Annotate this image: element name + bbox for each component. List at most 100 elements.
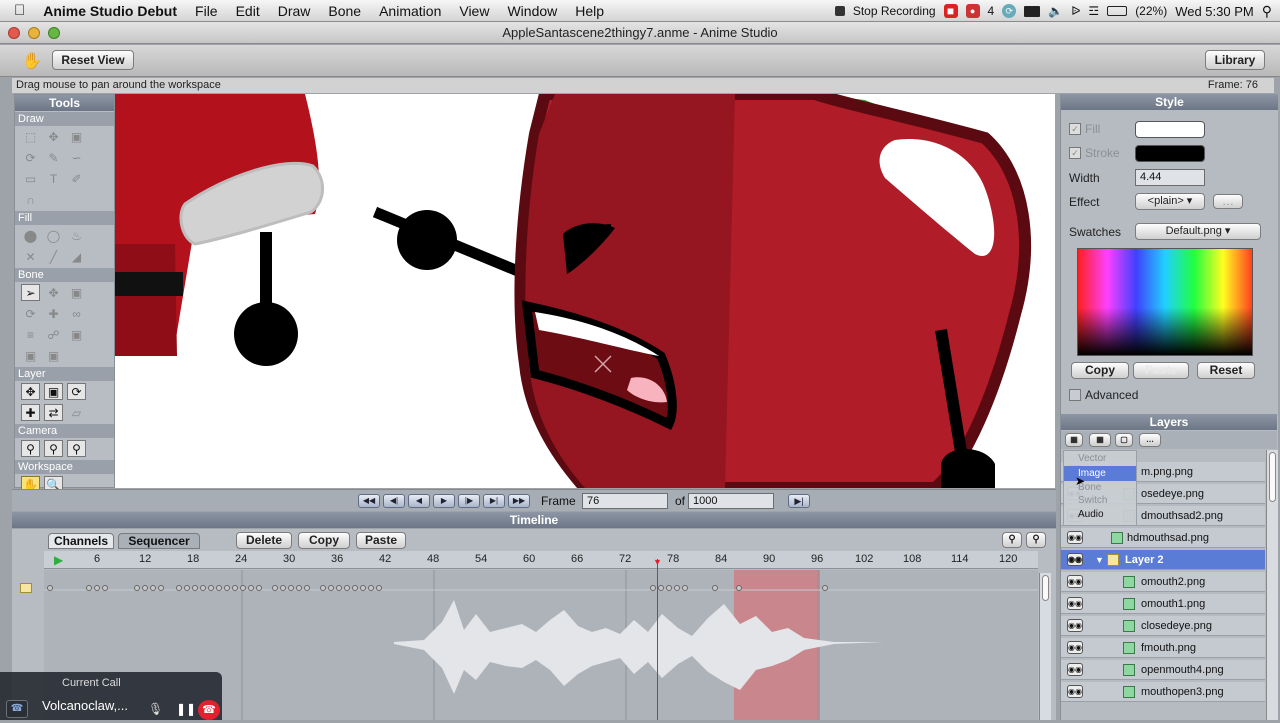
keyframe[interactable] bbox=[224, 585, 230, 591]
reparent-bone-tool-icon[interactable]: ∞ bbox=[67, 305, 86, 322]
playhead-marker-icon[interactable]: ▼ bbox=[653, 557, 662, 567]
menu-app-name[interactable]: Anime Studio Debut bbox=[34, 3, 186, 19]
offset-bone-tool-icon[interactable]: ▣ bbox=[44, 347, 63, 364]
bind-points-tool-icon[interactable]: ▣ bbox=[21, 347, 40, 364]
add-bone-tool-icon[interactable]: ✚ bbox=[44, 305, 63, 322]
timeline-start-marker-icon[interactable]: ▶ bbox=[54, 553, 63, 567]
layer-visibility-eye-icon[interactable]: ◉◉ bbox=[1067, 685, 1083, 698]
keyframe[interactable] bbox=[47, 585, 53, 591]
menu-bone[interactable]: Bone bbox=[319, 3, 370, 19]
layer-visibility-eye-icon[interactable]: ◉◉ bbox=[1067, 641, 1083, 654]
scale-layer-tool-icon[interactable]: ⟳ bbox=[67, 383, 86, 400]
scale-bone-tool-icon[interactable]: ▣ bbox=[67, 284, 86, 301]
keyframe[interactable] bbox=[256, 585, 262, 591]
layer-row[interactable]: ◉◉ omouth2.png bbox=[1061, 572, 1265, 592]
volume-icon[interactable]: 🔈 bbox=[1048, 4, 1063, 18]
pause-call-icon[interactable]: ❚❚ bbox=[176, 702, 196, 716]
scene-artwork[interactable] bbox=[115, 94, 1055, 488]
stop-recording-icon[interactable] bbox=[834, 6, 845, 16]
menu-window[interactable]: Window bbox=[498, 3, 566, 19]
keyframe[interactable] bbox=[328, 585, 334, 591]
color-palette-swatch[interactable] bbox=[1077, 248, 1253, 356]
keyframe[interactable] bbox=[352, 585, 358, 591]
keyframe[interactable] bbox=[288, 585, 294, 591]
hand-tool-icon[interactable]: ✋ bbox=[22, 51, 42, 71]
tab-channels[interactable]: Channels bbox=[48, 533, 114, 549]
layers-scroll-thumb[interactable] bbox=[1269, 452, 1276, 502]
keyframe[interactable] bbox=[216, 585, 222, 591]
keyframe[interactable] bbox=[296, 585, 302, 591]
set-origin-tool-icon[interactable]: ✥ bbox=[21, 383, 40, 400]
select-points-tool-icon[interactable]: ⬚ bbox=[21, 128, 40, 145]
clock[interactable]: Wed 5:30 PM bbox=[1175, 4, 1254, 19]
style-paste-button[interactable]: Paste bbox=[1133, 362, 1189, 379]
layer-row[interactable]: ◉◉ hdmouthsad.png bbox=[1061, 528, 1265, 548]
keyframe[interactable] bbox=[192, 585, 198, 591]
duplicate-layer-button[interactable]: ▦ bbox=[1089, 433, 1111, 447]
select-shape-tool-icon[interactable]: ⬤ bbox=[21, 227, 40, 244]
bone-strength-tool-icon[interactable]: ≡ bbox=[21, 326, 40, 343]
end-call-button[interactable]: ☎ bbox=[198, 700, 220, 720]
keyframe[interactable] bbox=[658, 585, 664, 591]
add-point-tool-icon[interactable]: ✎ bbox=[44, 149, 63, 166]
close-window-button[interactable] bbox=[8, 27, 20, 39]
layer-visibility-eye-icon[interactable]: ◉◉ bbox=[1067, 619, 1083, 632]
step-back-button[interactable]: ◀| bbox=[383, 494, 405, 508]
line-width-tool-icon[interactable]: ╱ bbox=[44, 248, 63, 265]
width-input[interactable]: 4.44 bbox=[1135, 169, 1205, 186]
delete-shape-tool-icon[interactable]: ✕ bbox=[21, 248, 40, 265]
keyframe[interactable] bbox=[248, 585, 254, 591]
advanced-checkbox[interactable] bbox=[1069, 389, 1081, 401]
layer-visibility-eye-icon[interactable]: ◉◉ bbox=[1067, 531, 1083, 544]
group-expand-icon[interactable]: ▼ bbox=[1095, 550, 1104, 570]
stroke-color-swatch[interactable] bbox=[1135, 145, 1205, 162]
style-reset-button[interactable]: Reset bbox=[1197, 362, 1255, 379]
playhead[interactable] bbox=[657, 559, 658, 720]
rotate-layer-tool-icon[interactable]: ✚ bbox=[21, 404, 40, 421]
keyframe[interactable] bbox=[674, 585, 680, 591]
layer-visibility-eye-icon[interactable]: ◉◉ bbox=[1067, 553, 1083, 566]
display-icon[interactable] bbox=[1024, 5, 1041, 17]
sync-icon[interactable]: ⟳ bbox=[1002, 4, 1017, 18]
menu-animation[interactable]: Animation bbox=[370, 3, 450, 19]
keyframe[interactable] bbox=[368, 585, 374, 591]
menu-item-audio[interactable]: Audio bbox=[1064, 507, 1136, 522]
wifi-icon[interactable]: ☲ bbox=[1088, 4, 1099, 18]
timeline-paste-button[interactable]: Paste bbox=[356, 532, 406, 549]
bluetooth-icon[interactable]: ᐉ bbox=[1071, 4, 1080, 18]
keyframe[interactable] bbox=[86, 585, 92, 591]
rewind-button[interactable]: ◀◀ bbox=[358, 494, 380, 508]
keyframe[interactable] bbox=[650, 585, 656, 591]
curvature-tool-icon[interactable]: ∽ bbox=[67, 149, 86, 166]
keyframe[interactable] bbox=[208, 585, 214, 591]
effect-options-button[interactable]: … bbox=[1213, 194, 1243, 209]
library-button[interactable]: Library bbox=[1205, 50, 1265, 70]
rotate-points-tool-icon[interactable]: ⟳ bbox=[21, 149, 40, 166]
paint-bucket-tool-icon[interactable]: ♨ bbox=[67, 227, 86, 244]
track-folder-icon[interactable] bbox=[20, 583, 32, 593]
keyframe[interactable] bbox=[304, 585, 310, 591]
keyframe[interactable] bbox=[158, 585, 164, 591]
timeline-copy-button[interactable]: Copy bbox=[298, 532, 350, 549]
menu-draw[interactable]: Draw bbox=[269, 3, 320, 19]
magnet-tool-icon[interactable]: ∩ bbox=[21, 191, 40, 208]
layer-visibility-eye-icon[interactable]: ◉◉ bbox=[1067, 597, 1083, 610]
record-badge-icon[interactable]: ■ bbox=[943, 4, 958, 18]
menu-view[interactable]: View bbox=[450, 3, 498, 19]
timeline-scroll-thumb[interactable] bbox=[1042, 575, 1049, 601]
mute-microphone-icon[interactable]: 🎙 bbox=[148, 702, 163, 716]
menu-edit[interactable]: Edit bbox=[227, 3, 269, 19]
menu-help[interactable]: Help bbox=[566, 3, 613, 19]
layer-row[interactable]: ◉◉ fmouth.png bbox=[1061, 638, 1265, 658]
effect-dropdown[interactable]: <plain> ▾ bbox=[1135, 193, 1205, 210]
keyframe[interactable] bbox=[142, 585, 148, 591]
translate-bone-tool-icon[interactable]: ✥ bbox=[44, 284, 63, 301]
keyframe[interactable] bbox=[232, 585, 238, 591]
keyframe[interactable] bbox=[102, 585, 108, 591]
next-keyframe-button[interactable]: |▶ bbox=[458, 494, 480, 508]
zoom-camera-tool-icon[interactable]: ⚲ bbox=[44, 440, 63, 457]
total-frames-input[interactable]: 1000 bbox=[688, 493, 774, 509]
roll-camera-tool-icon[interactable]: ⚲ bbox=[67, 440, 86, 457]
fast-forward-button[interactable]: ▶▶ bbox=[508, 494, 530, 508]
tab-sequencer[interactable]: Sequencer bbox=[118, 533, 200, 549]
